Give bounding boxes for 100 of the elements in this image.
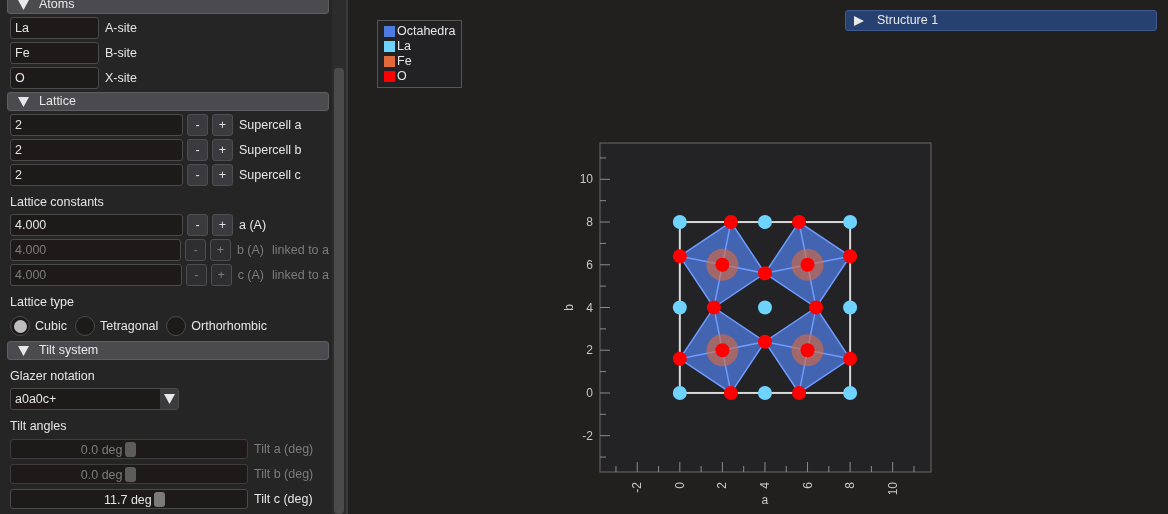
la-atom [672, 385, 687, 400]
collapse-arrow-icon [18, 0, 29, 10]
increment-button[interactable]: + [212, 114, 233, 136]
section-header[interactable]: Tilt system [7, 341, 329, 360]
o-atom [792, 215, 807, 230]
x-tick-label: 4 [757, 482, 772, 489]
group-label: Tilt angles [9, 418, 68, 435]
la-atom [757, 385, 772, 400]
o-atom [706, 300, 721, 315]
o-atom [843, 351, 858, 366]
section-title: Atoms [39, 0, 75, 14]
x-tick-label: 10 [885, 482, 900, 496]
radio-label[interactable]: Cubic [35, 316, 67, 336]
slider-track[interactable]: 11.7 deg [10, 489, 248, 509]
field-label: c (A) [236, 266, 265, 284]
la-atom [672, 300, 687, 315]
legend-label: Octahedra [397, 23, 456, 41]
radio-label[interactable]: Tetragonal [99, 316, 159, 336]
y-tick-label: 0 [586, 385, 593, 400]
x-tick-label: 6 [800, 482, 815, 489]
la-atom [843, 385, 858, 400]
decrement-button[interactable]: - [187, 214, 208, 236]
dropdown-arrow-icon [163, 394, 175, 404]
text-field[interactable]: O [10, 67, 99, 89]
slider-label: Tilt a (deg) [253, 440, 314, 458]
decrement-button[interactable]: - [187, 164, 208, 186]
y-tick-label: 8 [586, 215, 593, 230]
slider-label: Tilt c (deg) [253, 490, 313, 508]
la-atom [757, 215, 772, 230]
slider-value: 0.0 deg [80, 467, 123, 484]
o-atom [800, 257, 815, 272]
field-label: B-site [104, 44, 137, 62]
field-label: b (A) [235, 241, 264, 259]
legend-label: O [397, 68, 407, 86]
o-atom [723, 385, 738, 400]
linked-note: linked to a [271, 266, 329, 284]
la-atom [757, 300, 772, 315]
x-tick-label: 8 [843, 482, 858, 489]
o-atom [715, 343, 730, 358]
section-title: Lattice [39, 93, 76, 111]
radio-button[interactable] [10, 316, 30, 336]
decrement-button[interactable]: - [187, 114, 208, 136]
header-title: Structure 1 [877, 12, 939, 30]
expand-arrow-icon [854, 15, 865, 26]
y-axis-label: b [563, 304, 576, 311]
field-label: a (A) [238, 216, 267, 234]
o-atom [672, 249, 687, 264]
text-field[interactable]: Fe [10, 42, 99, 64]
y-tick-label: 6 [586, 257, 593, 272]
field-label: X-site [104, 69, 137, 87]
y-tick-label: 4 [586, 300, 593, 315]
x-tick-label: 0 [672, 482, 687, 489]
number-field[interactable]: 2 [10, 139, 183, 161]
o-atom [757, 266, 772, 281]
section-title: Tilt system [39, 342, 99, 360]
increment-button[interactable]: + [212, 139, 233, 161]
legend-label: Fe [397, 53, 412, 71]
collapsing-header[interactable]: Structure 1 [845, 10, 1157, 31]
la-atom [672, 215, 687, 230]
linked-note: linked to a [271, 241, 329, 259]
o-atom [792, 385, 807, 400]
la-atom [843, 215, 858, 230]
group-label: Glazer notation [9, 368, 96, 385]
slider-thumb[interactable] [153, 492, 165, 507]
number-field[interactable]: 2 [10, 164, 183, 186]
text-field[interactable]: La [10, 17, 99, 39]
o-atom [809, 300, 824, 315]
increment-button[interactable]: + [212, 164, 233, 186]
radio-label[interactable]: Orthorhombic [191, 316, 268, 336]
dropdown-value: a0a0c+ [15, 390, 57, 408]
o-atom [843, 249, 858, 264]
x-axis-label: a [761, 493, 769, 507]
o-atom [715, 257, 730, 272]
legend-label: La [397, 38, 411, 56]
radio-button[interactable] [74, 316, 95, 336]
x-tick-label: 2 [715, 482, 730, 489]
slider-label: Tilt b (deg) [253, 465, 314, 483]
section-header[interactable]: Lattice [7, 92, 329, 111]
collapse-arrow-icon [18, 96, 29, 107]
o-atom [723, 215, 738, 230]
field-label: Supercell c [238, 166, 301, 184]
section-header[interactable]: Atoms [7, 0, 329, 14]
field-label: A-site [104, 19, 137, 37]
number-field[interactable]: 4.000 [10, 214, 183, 236]
la-atom [843, 300, 858, 315]
o-atom [757, 334, 772, 349]
increment-button[interactable]: + [212, 214, 233, 236]
field-label: Supercell a [238, 116, 302, 134]
scrollbar-thumb[interactable] [334, 68, 344, 514]
radio-button[interactable] [166, 316, 187, 336]
collapse-arrow-icon [18, 345, 29, 356]
y-tick-label: -2 [582, 428, 593, 443]
dropdown[interactable]: a0a0c+ [10, 388, 179, 410]
field-label: Supercell b [238, 141, 302, 159]
group-label: Lattice constants [9, 194, 105, 211]
group-label: Lattice type [9, 294, 75, 311]
slider-value: 0.0 deg [80, 442, 123, 459]
decrement-button[interactable]: - [187, 139, 208, 161]
o-atom [672, 351, 687, 366]
number-field[interactable]: 2 [10, 114, 183, 136]
